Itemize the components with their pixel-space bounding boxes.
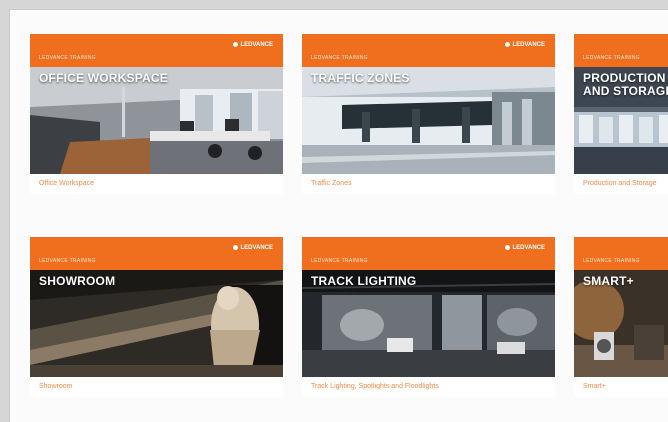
card-banner: LEDVANCE TRAINING LEDVANCE bbox=[574, 34, 668, 67]
production-photo[interactable]: PRODUCTION AND STORAGE bbox=[574, 67, 668, 174]
brand-logo: LEDVANCE bbox=[505, 42, 545, 48]
card-caption[interactable]: Production and Storage bbox=[583, 180, 657, 187]
card-title: SHOWROOM bbox=[39, 274, 116, 288]
smart-photo[interactable]: SMART+ bbox=[574, 270, 668, 377]
logo-icon bbox=[505, 245, 511, 250]
traffic-photo[interactable]: TRAFFIC ZONES bbox=[302, 67, 555, 174]
card-title: TRAFFIC ZONES bbox=[311, 71, 410, 85]
card-caption-link[interactable]: Showroom bbox=[30, 377, 283, 397]
card-kicker: LEDVANCE TRAINING bbox=[583, 258, 640, 264]
card-caption[interactable]: Showroom bbox=[39, 383, 72, 390]
card-track-lighting[interactable]: LEDVANCE TRAINING LEDVANCE TRACK LIGHTIN… bbox=[302, 237, 555, 397]
card-banner: LEDVANCE TRAINING LEDVANCE bbox=[574, 237, 668, 270]
brand-logo: LEDVANCE bbox=[233, 245, 273, 251]
card-caption[interactable]: Office Workspace bbox=[39, 180, 94, 187]
card-smart-plus[interactable]: LEDVANCE TRAINING LEDVANCE SMART+ Smart+ bbox=[574, 237, 668, 397]
card-production-storage[interactable]: LEDVANCE TRAINING LEDVANCE PRODUCTION AN… bbox=[574, 34, 668, 194]
logo-icon bbox=[505, 42, 511, 47]
card-kicker: LEDVANCE TRAINING bbox=[583, 55, 640, 61]
logo-icon bbox=[233, 42, 239, 47]
card-banner: LEDVANCE TRAINING LEDVANCE bbox=[30, 237, 283, 270]
card-title: OFFICE WORKSPACE bbox=[39, 71, 168, 85]
card-kicker: LEDVANCE TRAINING bbox=[311, 55, 368, 61]
card-caption-link[interactable]: Office Workspace bbox=[30, 174, 283, 194]
card-caption-link[interactable]: Traffic Zones bbox=[302, 174, 555, 194]
card-caption-link[interactable]: Production and Storage bbox=[574, 174, 668, 194]
card-traffic-zones[interactable]: LEDVANCE TRAINING LEDVANCE TRAFFIC ZONES… bbox=[302, 34, 555, 194]
card-banner: LEDVANCE TRAINING LEDVANCE bbox=[30, 34, 283, 67]
card-showroom[interactable]: LEDVANCE TRAINING LEDVANCE SHOWROOM Show… bbox=[30, 237, 283, 397]
card-title: PRODUCTION AND STORAGE bbox=[583, 71, 668, 98]
office-photo[interactable]: OFFICE WORKSPACE bbox=[30, 67, 283, 174]
card-caption[interactable]: Track Lighting, Spotlights and Floodligh… bbox=[311, 383, 439, 390]
card-caption[interactable]: Traffic Zones bbox=[311, 180, 351, 187]
card-caption[interactable]: Smart+ bbox=[583, 383, 606, 390]
card-title: TRACK LIGHTING bbox=[311, 274, 417, 288]
showroom-photo[interactable]: SHOWROOM bbox=[30, 270, 283, 377]
card-kicker: LEDVANCE TRAINING bbox=[311, 258, 368, 264]
card-title: SMART+ bbox=[583, 274, 634, 288]
card-kicker: LEDVANCE TRAINING bbox=[39, 258, 96, 264]
brand-logo: LEDVANCE bbox=[505, 245, 545, 251]
card-office-workspace[interactable]: LEDVANCE TRAINING LEDVANCE OFFICE WORKSP… bbox=[30, 34, 283, 194]
card-kicker: LEDVANCE TRAINING bbox=[39, 55, 96, 61]
card-caption-link[interactable]: Smart+ bbox=[574, 377, 668, 397]
brand-logo: LEDVANCE bbox=[233, 42, 273, 48]
logo-icon bbox=[233, 245, 239, 250]
card-banner: LEDVANCE TRAINING LEDVANCE bbox=[302, 34, 555, 67]
track-photo[interactable]: TRACK LIGHTING bbox=[302, 270, 555, 377]
content-frame: LEDVANCE TRAINING LEDVANCE OFFICE WORKSP… bbox=[9, 9, 668, 422]
card-caption-link[interactable]: Track Lighting, Spotlights and Floodligh… bbox=[302, 377, 555, 397]
card-banner: LEDVANCE TRAINING LEDVANCE bbox=[302, 237, 555, 270]
